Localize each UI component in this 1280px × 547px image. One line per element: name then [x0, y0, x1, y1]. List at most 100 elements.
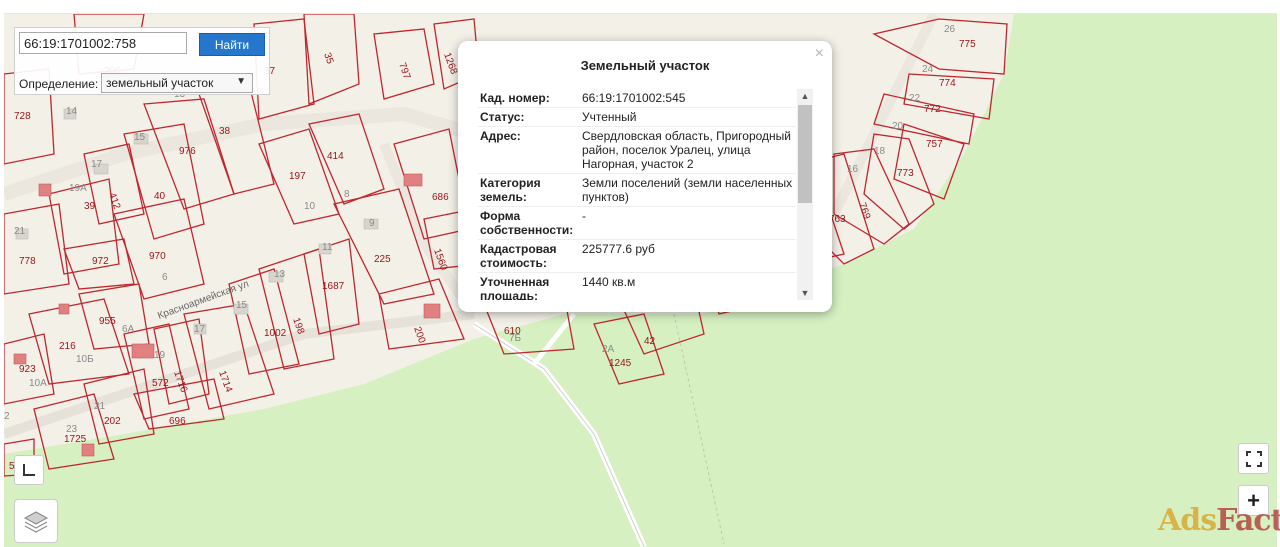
parcel-number-label: 200: [411, 325, 427, 345]
info-row: Кадастровая стоимость: 225777.6 руб: [478, 240, 796, 273]
parcel-number-label: 696: [169, 416, 186, 427]
building: [38, 183, 52, 197]
info-value: Учтенный: [582, 110, 637, 124]
house-number-label: 8: [344, 189, 350, 200]
parcel-number-label: 412: [106, 191, 122, 211]
parcel-number-label: 225: [374, 254, 391, 265]
scroll-down-icon[interactable]: ▼: [797, 288, 813, 298]
scroll-up-icon[interactable]: ▲: [797, 91, 813, 101]
house-number-label: 11: [322, 242, 333, 253]
parcel-number-label: 38: [219, 126, 231, 137]
definition-label: Определение:: [19, 77, 99, 91]
popup-table: Кад. номер: 66:19:1701002:545 Статус: Учтен…: [478, 89, 813, 300]
parcel-number-label: 778: [19, 256, 36, 267]
parcel-number-label: 42: [644, 336, 656, 347]
parcel-outline[interactable]: [28, 298, 130, 385]
parcel-number-label: 1725: [64, 434, 87, 445]
house-number-label: 15: [134, 132, 146, 143]
info-key: Кад. номер:: [480, 91, 550, 105]
parcel-outline[interactable]: [258, 248, 335, 370]
house-number-label: 21: [94, 401, 106, 412]
house-number-label: 26: [944, 24, 956, 35]
house-number-label: 17: [194, 324, 206, 335]
parcel-number-label: 1687: [322, 281, 345, 292]
house-number-label: 10Б: [76, 354, 94, 365]
info-key: Адрес:: [480, 129, 521, 143]
parcel-number-label: 955: [99, 316, 116, 327]
info-key: Статус:: [480, 110, 525, 124]
popup-scrollbar[interactable]: ▲ ▼: [797, 89, 813, 300]
building: [131, 343, 155, 359]
cadastral-number-input[interactable]: [19, 32, 187, 54]
building: [423, 303, 441, 319]
house-number-label: 14: [66, 106, 78, 117]
definition-select[interactable]: земельный участок ▼: [101, 73, 253, 93]
parcel-number-label: 39: [84, 201, 96, 212]
parcel-outline[interactable]: [872, 18, 1008, 75]
fullscreen-icon: [1245, 450, 1262, 467]
building: [58, 303, 70, 315]
layers-button[interactable]: [14, 499, 58, 543]
building: [13, 353, 27, 365]
house-number-label: 17: [91, 159, 103, 170]
building: [81, 443, 95, 457]
watermark-logo: AdsFactory: [1158, 503, 1280, 538]
scrollbar-thumb[interactable]: [798, 105, 812, 203]
parcel-number-label: 773: [897, 168, 914, 179]
parcel-number-label: 970: [149, 251, 166, 262]
parcel-outline[interactable]: [333, 188, 435, 305]
info-key: Категория земель:: [480, 176, 541, 204]
parcel-number-label: 1245: [609, 358, 632, 369]
house-number-label: 6А: [122, 324, 135, 335]
house-number-label: 16: [847, 164, 859, 175]
info-row: Кад. номер: 66:19:1701002:545: [478, 89, 796, 108]
info-row: Статус: Учтенный: [478, 108, 796, 127]
house-number-label: 18: [874, 146, 886, 157]
definition-selected-value: земельный участок: [106, 76, 214, 90]
parcel-info-popup: × Земельный участок Кад. номер: 66:19:170…: [458, 41, 832, 312]
parcel-number-label: 1714: [216, 369, 234, 394]
parcel-number-label: 923: [19, 364, 36, 375]
house-number-label: 19: [154, 350, 166, 361]
house-number-label: 2: [4, 411, 10, 422]
parcel-number-label: 797: [396, 61, 412, 81]
parcel-number-label: 728: [14, 111, 31, 122]
collapse-icon: [23, 464, 35, 476]
road: [829, 14, 939, 217]
house-number-label: 22: [909, 93, 921, 104]
layers-icon: [23, 511, 49, 533]
house-number-label: 15: [236, 300, 248, 311]
parcel-number-label: 757: [926, 139, 943, 150]
parcel-number-label: 772: [924, 104, 941, 115]
parcel-number-label: 774: [939, 78, 956, 89]
info-row: Категория земель: Земли поселений (земли …: [478, 174, 796, 207]
info-value: 225777.6 руб: [582, 242, 655, 256]
find-button[interactable]: Найти: [199, 33, 265, 56]
house-number-label: 13: [274, 269, 286, 280]
parcel-number-label: 686: [432, 192, 449, 203]
parcel-number-label: 216: [59, 341, 76, 352]
parcel-number-label: 769: [856, 201, 872, 221]
house-number-label: 24: [922, 64, 934, 75]
house-number-label: 10А: [29, 378, 47, 389]
house-number-label: 7Б: [509, 333, 522, 344]
house-number-label: 21: [14, 226, 26, 237]
parcel-number-label: 572: [152, 378, 169, 389]
parcel-number-label: 1268: [441, 51, 459, 76]
info-key: Форма собственности:: [480, 209, 574, 237]
info-value: Земли поселений (земли населенных пункто…: [582, 176, 793, 204]
parcel-number-label: 35: [321, 51, 335, 66]
house-number-label: 6: [162, 272, 168, 283]
info-row: Адрес: Свердловская область, Пригородный …: [478, 127, 796, 174]
info-key: Уточненная площадь:: [480, 275, 550, 300]
fullscreen-button[interactable]: [1238, 443, 1269, 474]
parcel-number-label: 1002: [264, 328, 287, 339]
house-number-label: 10: [304, 201, 316, 212]
house-number-label: 2А: [602, 344, 615, 355]
info-key: Кадастровая стоимость:: [480, 242, 557, 270]
parcel-number-label: 976: [179, 146, 196, 157]
collapse-button[interactable]: [14, 455, 44, 485]
building: [403, 173, 423, 187]
info-row: Форма собственности: -: [478, 207, 796, 240]
info-value: -: [582, 209, 586, 223]
